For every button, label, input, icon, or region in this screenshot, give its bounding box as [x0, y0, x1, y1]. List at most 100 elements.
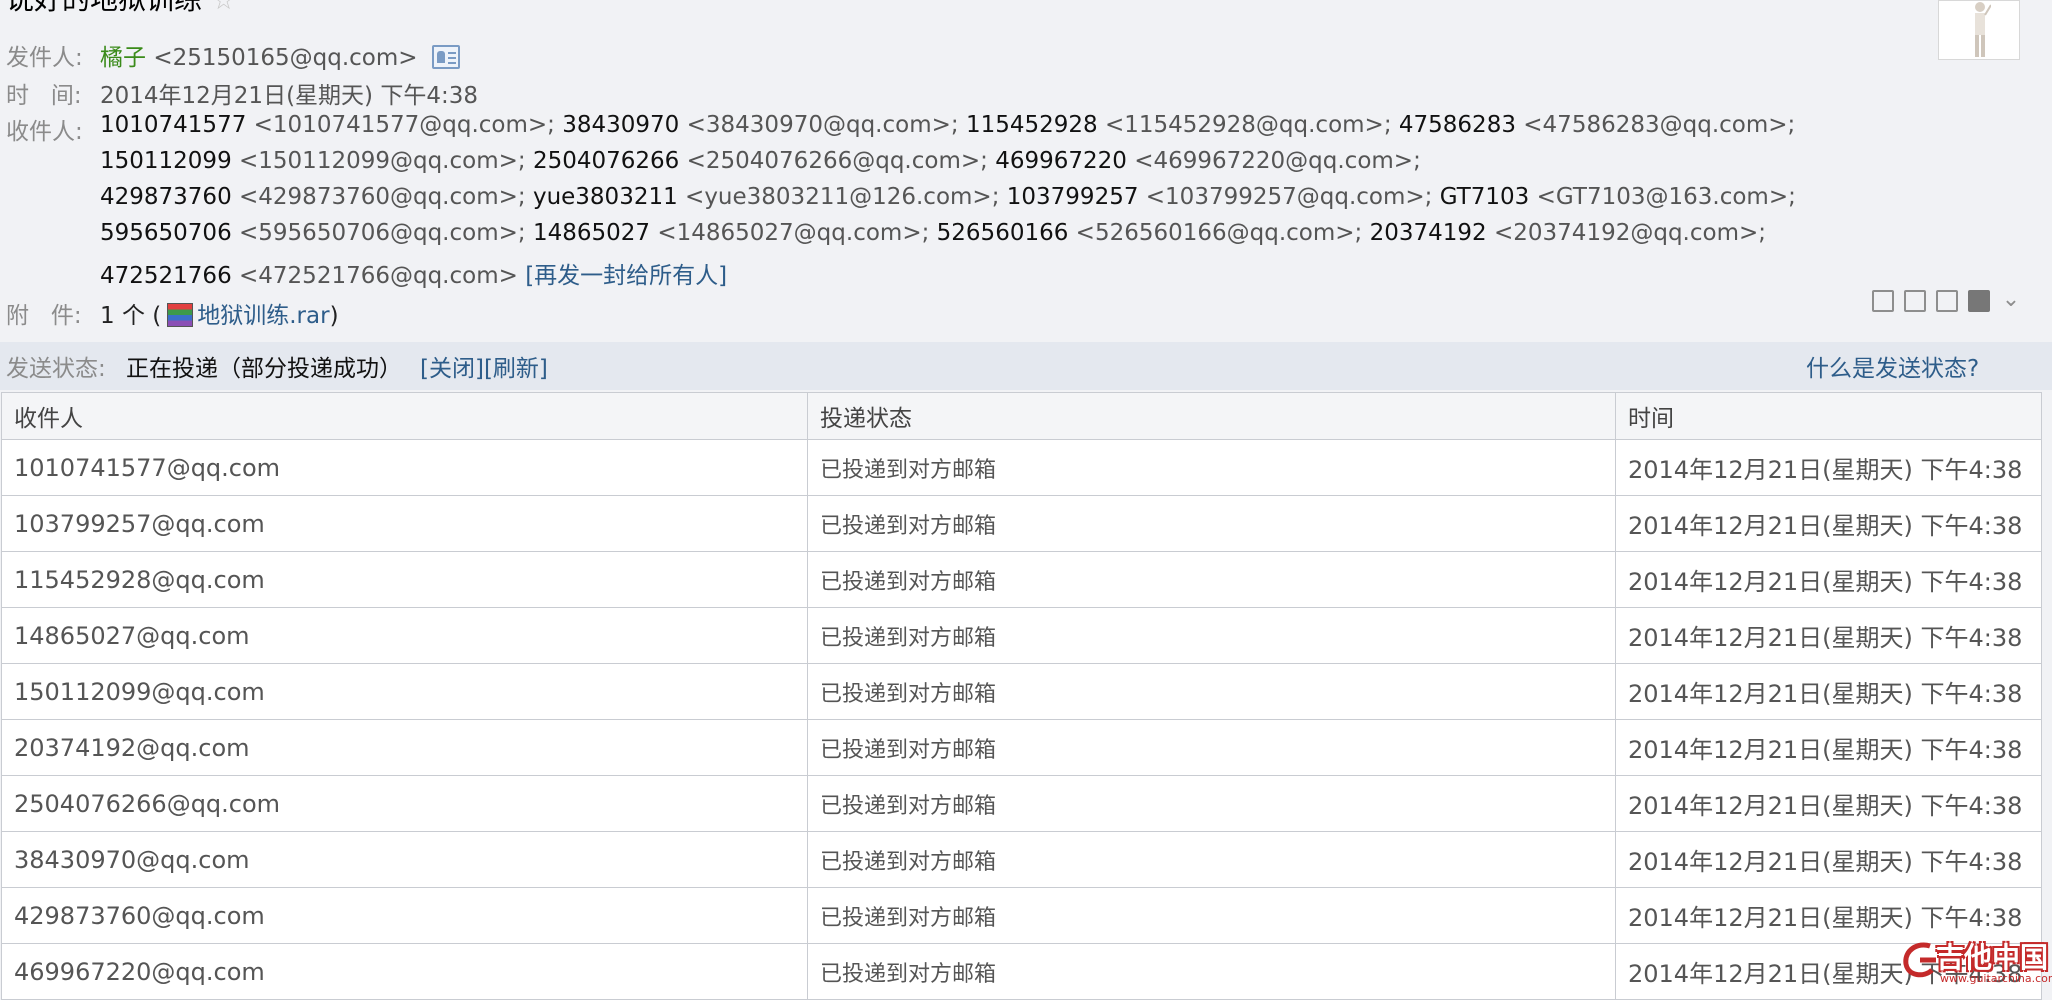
- cell-recipient: 2504076266@qq.com: [1, 775, 808, 832]
- table-row: 429873760@qq.com 已投递到对方邮箱 2014年12月21日(星期天)…: [1, 887, 2042, 944]
- to-label: 收件人:: [6, 119, 83, 145]
- to-label-row: 收件人:: [6, 112, 100, 146]
- delivery-status-table: 收件人 投递状态 时间 1010741577@qq.com 已投递到对方邮箱 201…: [1, 392, 2042, 1000]
- sender-avatar[interactable]: [1938, 0, 2020, 60]
- cell-status: 已投递到对方邮箱: [807, 495, 1616, 552]
- cell-status: 已投递到对方邮箱: [807, 663, 1616, 720]
- cell-recipient: 429873760@qq.com: [1, 887, 808, 944]
- attachment-close-paren: ): [329, 303, 339, 329]
- recipient-line-4: 595650706 <595650706@qq.com>; 14865027 <…: [100, 220, 1766, 246]
- table-row: 2504076266@qq.com 已投递到对方邮箱 2014年12月21日(星期天…: [1, 775, 2042, 832]
- sender-name[interactable]: 橘子: [100, 45, 146, 71]
- email-subject: 说好的地狱训练 ☆: [6, 0, 235, 16]
- rar-file-icon: [167, 303, 194, 327]
- attachment-row: 附 件: 1 个 ( 地狱训练.rar): [6, 296, 339, 330]
- contact-card-icon[interactable]: [431, 45, 460, 69]
- recipient[interactable]: 20374192 <20374192@qq.com>;: [1370, 220, 1766, 246]
- recipient[interactable]: 38430970 <38430970@qq.com>;: [562, 112, 958, 138]
- cell-recipient: 20374192@qq.com: [1, 719, 808, 776]
- refresh-status-link[interactable]: [刷新]: [484, 356, 548, 382]
- cell-recipient: 38430970@qq.com: [1, 831, 808, 888]
- col-header-time: 时间: [1615, 392, 2042, 440]
- email-header: 说好的地狱训练 ☆ 发件人: 橘子 <25150165@qq.com> 时 间: 20…: [0, 0, 2052, 342]
- recipient[interactable]: 115452928 <115452928@qq.com>;: [966, 112, 1392, 138]
- cell-status: 已投递到对方邮箱: [807, 607, 1616, 664]
- attachment-label: 附 件:: [6, 303, 82, 329]
- subject-text: 说好的地狱训练: [6, 0, 202, 16]
- recipient[interactable]: 472521766 <472521766@qq.com>: [100, 263, 518, 289]
- star-icon[interactable]: ☆: [212, 0, 235, 16]
- cell-recipient: 469967220@qq.com: [1, 943, 808, 1000]
- recipient[interactable]: 47586283 <47586283@qq.com>;: [1399, 112, 1795, 138]
- sender-address[interactable]: <25150165@qq.com>: [153, 45, 417, 71]
- mail-toolbar: ⌄: [1872, 289, 2022, 312]
- send-status-bar: 发送状态: 正在投递（部分投递成功） [关闭][刷新] 什么是发送状态?: [0, 342, 2052, 390]
- cell-status: 已投递到对方邮箱: [807, 551, 1616, 608]
- recipient[interactable]: 526560166 <526560166@qq.com>;: [937, 220, 1363, 246]
- table-row: 103799257@qq.com 已投递到对方邮箱 2014年12月21日(星期天)…: [1, 495, 2042, 552]
- resend-all-link[interactable]: [再发一封给所有人]: [525, 263, 727, 289]
- attachment-count: 1 个 (: [100, 303, 162, 329]
- site-watermark: 吉他中国 www.guitarchina.com: [1900, 936, 2052, 990]
- recipient-line-3: 429873760 <429873760@qq.com>; yue3803211…: [100, 184, 1796, 210]
- table-row: 115452928@qq.com 已投递到对方邮箱 2014年12月21日(星期天)…: [1, 551, 2042, 608]
- recipient[interactable]: 595650706 <595650706@qq.com>;: [100, 220, 526, 246]
- new-window-icon[interactable]: [1872, 290, 1894, 312]
- recipient[interactable]: 429873760 <429873760@qq.com>;: [100, 184, 526, 210]
- cell-status: 已投递到对方邮箱: [807, 887, 1616, 944]
- cell-status: 已投递到对方邮箱: [807, 831, 1616, 888]
- watermark-url: www.guitarchina.com: [1940, 972, 2052, 985]
- cell-time: 2014年12月21日(星期天) 下午4:38: [1615, 775, 2042, 832]
- cell-time: 2014年12月21日(星期天) 下午4:38: [1615, 663, 2042, 720]
- col-header-recipient: 收件人: [1, 392, 808, 440]
- cell-time: 2014年12月21日(星期天) 下午4:38: [1615, 831, 2042, 888]
- time-row: 时 间: 2014年12月21日(星期天) 下午4:38: [6, 76, 478, 110]
- recipient-line-5: 472521766 <472521766@qq.com> [再发一封给所有人]: [100, 256, 727, 290]
- from-row: 发件人: 橘子 <25150165@qq.com>: [6, 38, 460, 72]
- download-icon[interactable]: [1936, 290, 1958, 312]
- table-row: 150112099@qq.com 已投递到对方邮箱 2014年12月21日(星期天)…: [1, 663, 2042, 720]
- table-row: 469967220@qq.com 已投递到对方邮箱 2014年12月21日(星期天)…: [1, 943, 2042, 1000]
- cell-time: 2014年12月21日(星期天) 下午4:38: [1615, 439, 2042, 496]
- send-status-value: 正在投递（部分投递成功）: [126, 356, 402, 382]
- cell-time: 2014年12月21日(星期天) 下午4:38: [1615, 551, 2042, 608]
- recipient[interactable]: 2504076266 <2504076266@qq.com>;: [533, 148, 988, 174]
- table-header-row: 收件人 投递状态 时间: [1, 392, 2042, 440]
- guitar-logo-icon: [1903, 942, 1936, 978]
- cell-recipient: 150112099@qq.com: [1, 663, 808, 720]
- recipient[interactable]: 150112099 <150112099@qq.com>;: [100, 148, 526, 174]
- recipient[interactable]: yue3803211 <yue3803211@126.com>;: [533, 184, 1000, 210]
- cell-recipient: 115452928@qq.com: [1, 551, 808, 608]
- text-view-icon[interactable]: [1904, 290, 1926, 312]
- table-row: 20374192@qq.com 已投递到对方邮箱 2014年12月21日(星期天) …: [1, 719, 2042, 776]
- attachment-link[interactable]: 地狱训练.rar: [197, 303, 329, 329]
- recipient-line-2: 150112099 <150112099@qq.com>; 2504076266…: [100, 148, 1421, 174]
- recipient[interactable]: 103799257 <103799257@qq.com>;: [1007, 184, 1433, 210]
- time-label: 时 间:: [6, 83, 82, 109]
- send-status-label: 发送状态:: [6, 356, 106, 382]
- col-header-status: 投递状态: [807, 392, 1616, 440]
- table-row: 38430970@qq.com 已投递到对方邮箱 2014年12月21日(星期天) …: [1, 831, 2042, 888]
- table-row: 14865027@qq.com 已投递到对方邮箱 2014年12月21日(星期天) …: [1, 607, 2042, 664]
- send-status-help-link[interactable]: 什么是发送状态?: [1806, 342, 1979, 396]
- cell-time: 2014年12月21日(星期天) 下午4:38: [1615, 495, 2042, 552]
- recipient-line-1: 1010741577 <1010741577@qq.com>; 38430970…: [100, 112, 1795, 138]
- from-label: 发件人:: [6, 45, 83, 71]
- recipient[interactable]: 14865027 <14865027@qq.com>;: [533, 220, 929, 246]
- cell-recipient: 103799257@qq.com: [1, 495, 808, 552]
- print-icon[interactable]: [1968, 290, 1990, 312]
- cell-time: 2014年12月21日(星期天) 下午4:38: [1615, 719, 2042, 776]
- figure-icon: [1975, 2, 1991, 57]
- cell-status: 已投递到对方邮箱: [807, 439, 1616, 496]
- cell-time: 2014年12月21日(星期天) 下午4:38: [1615, 607, 2042, 664]
- table-row: 1010741577@qq.com 已投递到对方邮箱 2014年12月21日(星期天…: [1, 439, 2042, 496]
- recipient[interactable]: 1010741577 <1010741577@qq.com>;: [100, 112, 555, 138]
- time-value: 2014年12月21日(星期天) 下午4:38: [100, 83, 478, 109]
- send-status-controls: [关闭][刷新]: [420, 342, 548, 396]
- recipient[interactable]: 469967220 <469967220@qq.com>;: [995, 148, 1421, 174]
- chevron-down-icon[interactable]: ⌄: [2000, 289, 2022, 312]
- close-status-link[interactable]: [关闭]: [420, 356, 484, 382]
- cell-status: 已投递到对方邮箱: [807, 943, 1616, 1000]
- cell-status: 已投递到对方邮箱: [807, 719, 1616, 776]
- recipient[interactable]: GT7103 <GT7103@163.com>;: [1440, 184, 1796, 210]
